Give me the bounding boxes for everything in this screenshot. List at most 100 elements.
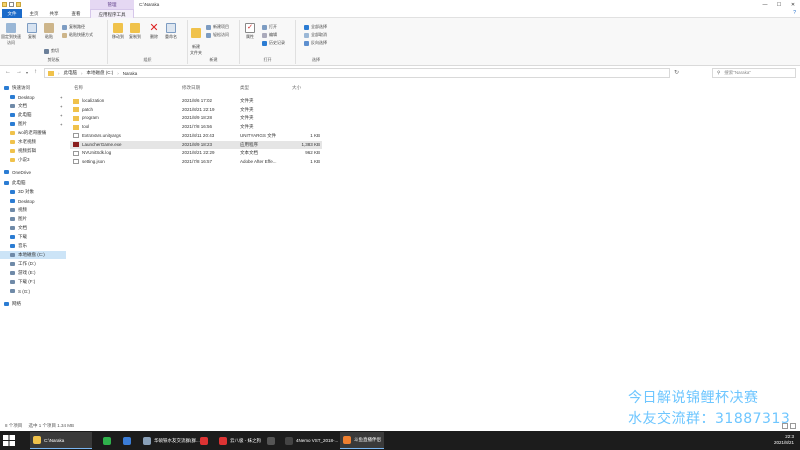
tab-share[interactable]: 共享 bbox=[46, 9, 62, 18]
history-button[interactable]: 历史记录 bbox=[262, 40, 285, 46]
taskbar-item[interactable]: 华硕铁水友交流群(群... bbox=[140, 432, 200, 449]
sidebar-item[interactable]: 视频剪辑 bbox=[0, 147, 66, 155]
move-to-button[interactable]: 移动到 bbox=[110, 23, 126, 40]
cut-button[interactable]: 剪切 bbox=[44, 48, 59, 54]
sidebar-item-label: 音乐 bbox=[18, 243, 27, 248]
file-row[interactable]: LauncherGame.exe 2021/8/9 18:23 应用程序 1,383 … bbox=[70, 140, 322, 149]
history-icon bbox=[262, 40, 267, 46]
edit-button[interactable]: 编辑 bbox=[262, 32, 277, 38]
column-header-type[interactable]: 类型 bbox=[240, 84, 249, 92]
sidebar-item[interactable]: 3D 对象 bbox=[0, 188, 66, 196]
taskbar-item[interactable] bbox=[264, 432, 278, 449]
minimize-icon[interactable]: — bbox=[758, 0, 772, 9]
properties-icon[interactable] bbox=[9, 2, 14, 7]
large-icons-view-icon[interactable] bbox=[790, 423, 796, 429]
copy-path-button[interactable]: 复制路径 bbox=[62, 24, 85, 30]
column-header-date[interactable]: 修改日期 bbox=[182, 84, 200, 92]
taskbar-item[interactable] bbox=[120, 432, 134, 449]
windows-start-icon[interactable] bbox=[3, 435, 15, 446]
tab-home[interactable]: 主页 bbox=[26, 9, 42, 18]
sidebar-item[interactable]: wo的老哥腰痛 bbox=[0, 129, 66, 137]
sidebar-item[interactable]: 此电脑 bbox=[0, 179, 66, 187]
file-row[interactable]: localization 2021/8/6 17:02 文件夹 bbox=[70, 97, 322, 105]
taskbar-item[interactable]: 4Nemo VST_2018-... bbox=[282, 432, 338, 449]
recent-dropdown-icon[interactable]: ▾ bbox=[26, 70, 28, 75]
forward-arrow-icon[interactable]: → bbox=[16, 69, 22, 75]
copy-button[interactable]: 复制 bbox=[24, 23, 40, 40]
sidebar-item[interactable]: 工作 (D:) bbox=[0, 260, 66, 268]
sidebar-item[interactable]: 快速访问 bbox=[0, 84, 66, 92]
file-row[interactable]: patch 2021/8/21 22:19 文件夹 bbox=[70, 106, 322, 114]
column-header-size[interactable]: 大小 bbox=[292, 84, 301, 92]
sidebar-item[interactable]: Desktop bbox=[0, 197, 66, 205]
sidebar-item[interactable]: S (G:) bbox=[0, 287, 66, 295]
sidebar-item[interactable]: 网络 bbox=[0, 300, 66, 308]
breadcrumb-naraka[interactable]: Naraka bbox=[123, 71, 138, 76]
pin-icon: ✦ bbox=[59, 103, 63, 109]
file-row[interactable]: tool 2021/7/8 16:56 文件夹 bbox=[70, 123, 322, 131]
sidebar-item[interactable]: 视频 bbox=[0, 206, 66, 214]
taskbar-item[interactable] bbox=[197, 432, 211, 449]
sidebar-item[interactable]: 水老视频 bbox=[0, 138, 66, 146]
select-none-button[interactable]: 全部取消 bbox=[304, 32, 327, 38]
sidebar-item[interactable]: Desktop ✦ bbox=[0, 93, 66, 101]
back-arrow-icon[interactable]: ← bbox=[5, 69, 11, 75]
sidebar-item[interactable]: 文档 ✦ bbox=[0, 102, 66, 110]
new-folder-button[interactable]: 新建 文件夹 bbox=[188, 23, 204, 61]
file-row[interactable]: NVUnitSdk.log 2021/8/21 22:29 文本文档 962 KB bbox=[70, 149, 322, 157]
sidebar-item[interactable]: 本地磁盘 (C:) bbox=[0, 251, 66, 259]
sidebar-item[interactable]: 此电脑 ✦ bbox=[0, 111, 66, 119]
properties-button[interactable]: ✓ 属性 bbox=[242, 23, 258, 40]
app-red-icon bbox=[200, 436, 208, 445]
sidebar-item[interactable]: 文档 bbox=[0, 224, 66, 232]
tab-application-tools[interactable]: 应用程序工具 bbox=[90, 9, 134, 18]
taskbar-item[interactable]: 斗鱼直播伴侣 bbox=[340, 432, 384, 449]
copy-to-button[interactable]: 复制到 bbox=[127, 23, 143, 40]
search-input[interactable]: ⚲ 搜索"Naraka" bbox=[712, 68, 796, 78]
file-row[interactable]: ExtraVars.unityargs 2021/8/11 20:43 UNITYA… bbox=[70, 132, 322, 140]
sidebar-item[interactable]: 下载 bbox=[0, 233, 66, 241]
help-icon[interactable]: ? bbox=[793, 10, 796, 16]
new-item-button[interactable]: 新建项目 bbox=[206, 24, 229, 30]
tab-file[interactable]: 文件 bbox=[2, 9, 22, 18]
file-row[interactable]: setting.json 2021/7/8 16:57 Adobe After Ef… bbox=[70, 158, 322, 166]
sidebar-item[interactable]: 图片 ✦ bbox=[0, 120, 66, 128]
taskbar-item[interactable]: 云八极 - 妹之狗 bbox=[216, 432, 262, 449]
pin-quick-access-button[interactable]: 固定到快速访问 bbox=[1, 23, 21, 46]
open-icon bbox=[262, 24, 267, 30]
taskbar-item[interactable] bbox=[100, 432, 114, 449]
new-folder-icon[interactable] bbox=[16, 2, 21, 7]
paste-button[interactable]: 粘贴 bbox=[41, 23, 57, 40]
taskbar-item[interactable]: C:\Naraka bbox=[30, 432, 92, 449]
sidebar-item[interactable]: 小说3 bbox=[0, 156, 66, 164]
tab-view[interactable]: 查看 bbox=[68, 9, 84, 18]
breadcrumb-drive-c[interactable]: 本地磁盘 (C:) bbox=[87, 70, 114, 76]
sidebar-item[interactable]: OneDrive bbox=[0, 168, 66, 176]
sidebar-item[interactable]: 下载 (F:) bbox=[0, 278, 66, 286]
select-all-button[interactable]: 全部选择 bbox=[304, 24, 327, 30]
explorer-icon bbox=[33, 436, 41, 444]
up-arrow-icon[interactable]: ↑ bbox=[34, 69, 37, 75]
rename-button[interactable]: 重命名 bbox=[163, 23, 179, 40]
sidebar-item[interactable]: 游戏 (E:) bbox=[0, 269, 66, 277]
refresh-icon[interactable]: ↻ bbox=[674, 69, 679, 76]
file-row[interactable]: program 2021/8/9 18:28 文件夹 bbox=[70, 114, 322, 122]
folder-icon[interactable] bbox=[2, 2, 7, 7]
delete-button[interactable]: ✕ 删除 bbox=[146, 23, 162, 40]
window-title: C:\Naraka bbox=[139, 2, 160, 7]
sidebar-item[interactable]: 音乐 bbox=[0, 242, 66, 250]
address-bar[interactable]: › 此电脑 › 本地磁盘 (C:) › Naraka bbox=[44, 68, 670, 78]
log-icon bbox=[73, 150, 79, 156]
system-clock[interactable]: 22:3 2021/8/21 bbox=[774, 434, 794, 446]
file-name: setting.json bbox=[82, 158, 105, 164]
easy-access-button[interactable]: 轻松访问 bbox=[206, 32, 229, 38]
sidebar-item[interactable]: 图片 bbox=[0, 215, 66, 223]
pin-icon: ✦ bbox=[59, 112, 63, 118]
column-header-name[interactable]: 名称 bbox=[74, 84, 83, 92]
invert-selection-button[interactable]: 反向选择 bbox=[304, 40, 327, 46]
paste-shortcut-button[interactable]: 粘贴快捷方式 bbox=[62, 32, 93, 38]
close-icon[interactable]: ✕ bbox=[786, 0, 800, 9]
maximize-icon[interactable]: ☐ bbox=[772, 0, 786, 9]
open-button[interactable]: 打开 bbox=[262, 24, 277, 30]
breadcrumb-this-pc[interactable]: 此电脑 bbox=[64, 70, 78, 76]
